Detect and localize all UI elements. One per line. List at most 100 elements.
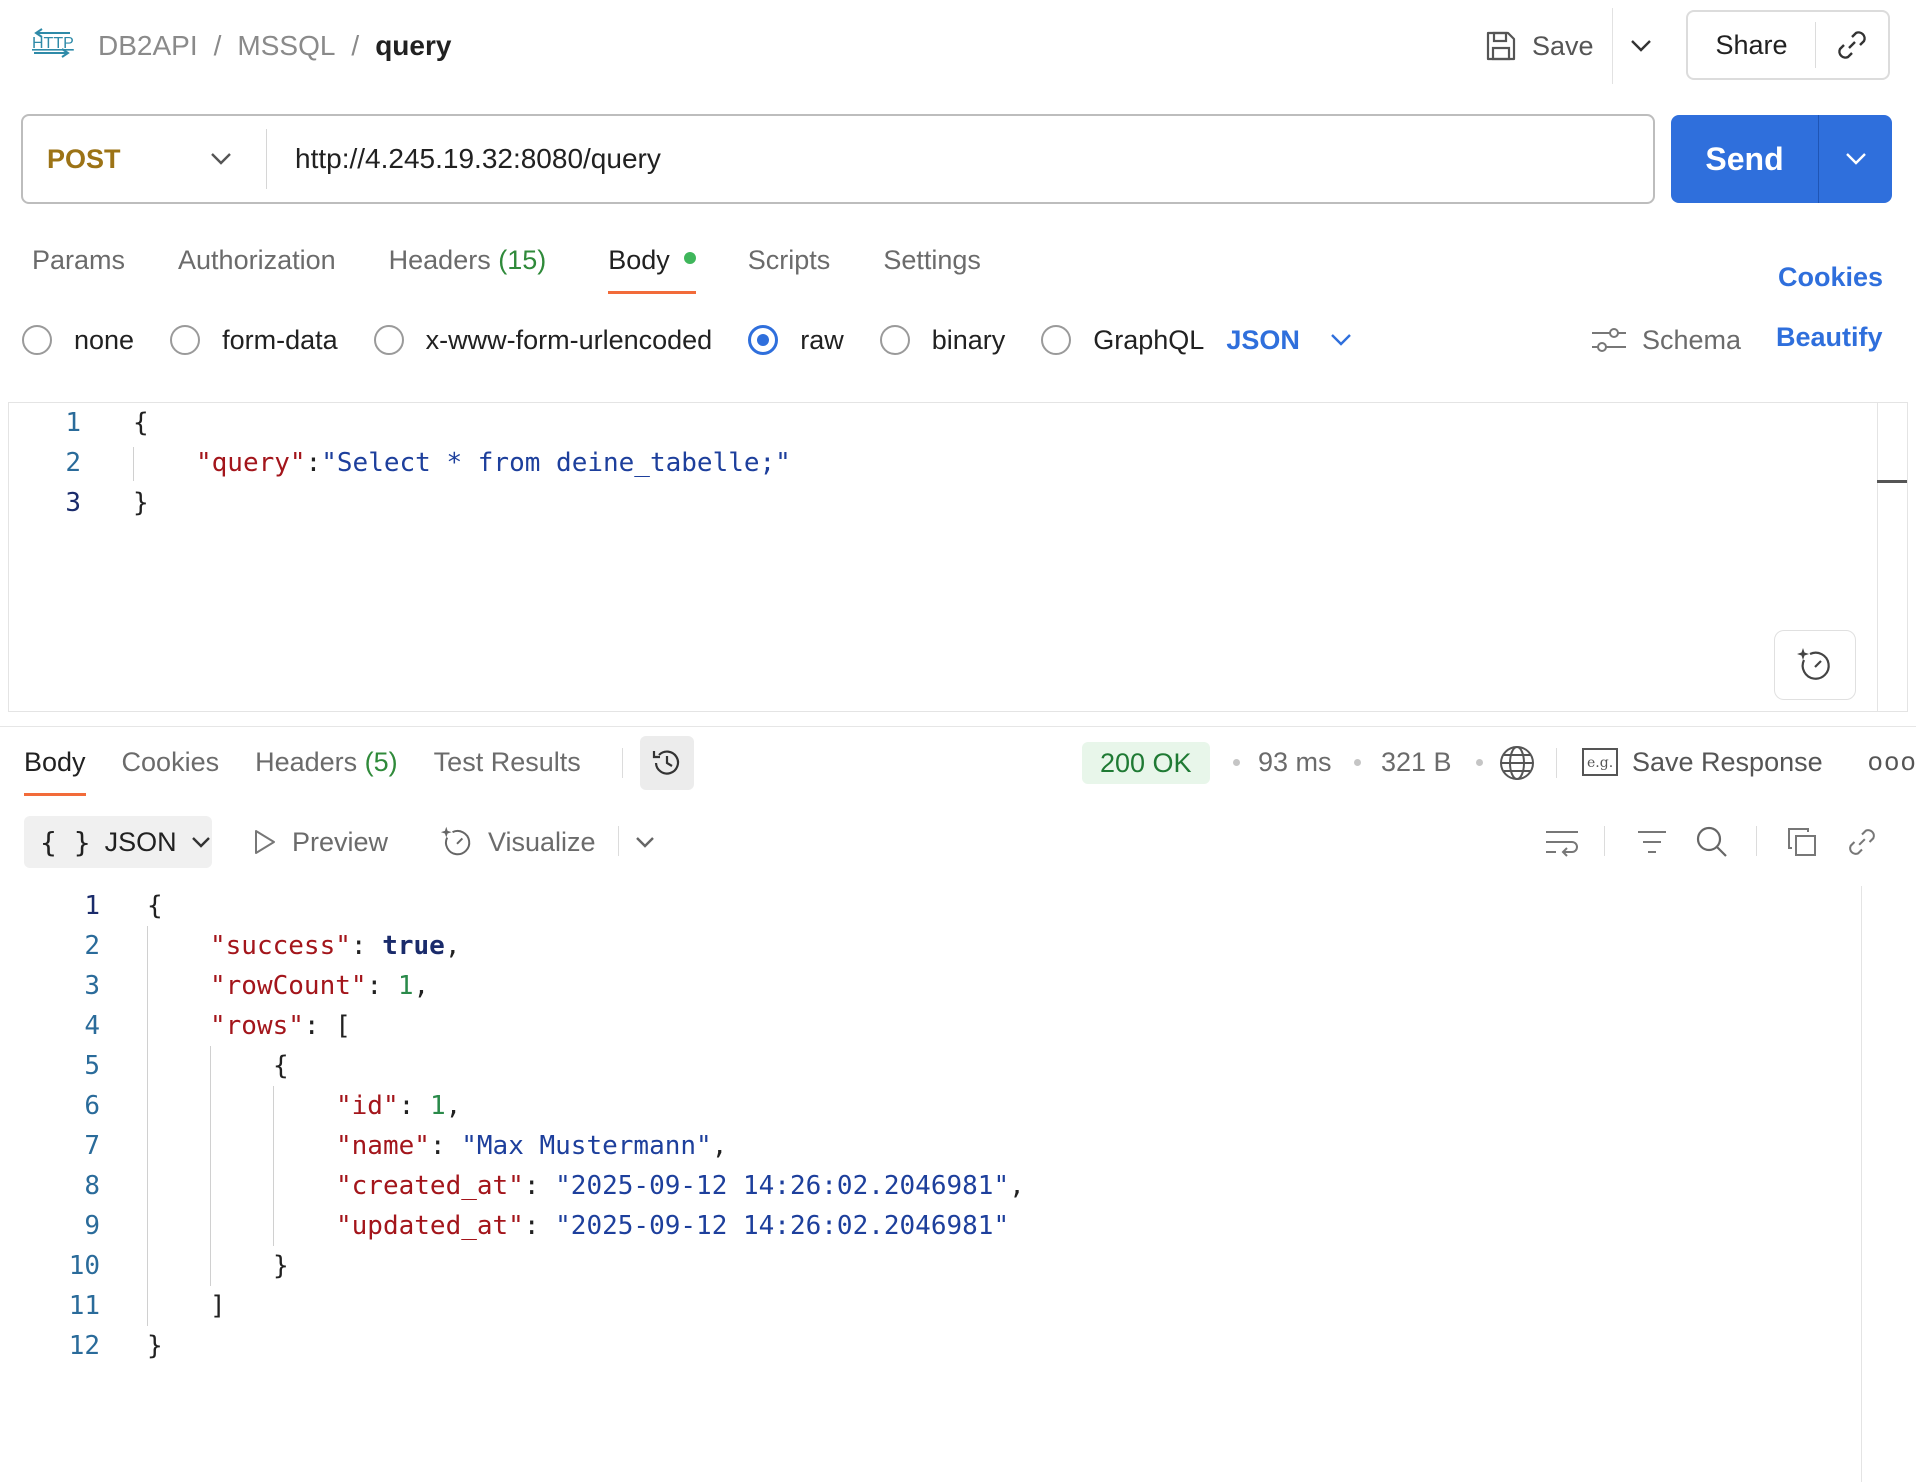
- radio-binary[interactable]: binary: [879, 325, 1005, 356]
- sparkle-gauge-icon: [440, 826, 471, 856]
- example-icon: e.g.: [1582, 748, 1618, 776]
- breadcrumb-separator: /: [351, 30, 360, 61]
- search-button[interactable]: [1692, 822, 1732, 862]
- radio-none[interactable]: none: [22, 325, 134, 356]
- visualize-label: Visualize: [488, 826, 596, 857]
- pane-divider[interactable]: [0, 726, 1916, 727]
- request-body-editor[interactable]: 1 2 3 { "query":"Select * from deine_tab…: [8, 402, 1908, 712]
- schema-label: Schema: [1642, 324, 1742, 355]
- tab-settings[interactable]: Settings: [883, 242, 981, 294]
- divider: [618, 826, 619, 856]
- visualize-button[interactable]: Visualize: [440, 818, 596, 866]
- share-group: Share: [1686, 10, 1890, 80]
- chevron-down-icon: [1845, 153, 1866, 165]
- save-options-dropdown[interactable]: [1612, 8, 1668, 84]
- radio-circle: [22, 325, 52, 355]
- visualize-options-dropdown[interactable]: [625, 822, 665, 862]
- breadcrumb-request-name[interactable]: query: [375, 30, 451, 62]
- radio-graphql[interactable]: GraphQL: [1041, 325, 1204, 356]
- raw-format-select[interactable]: JSON: [1226, 325, 1352, 356]
- raw-format-label: JSON: [1226, 324, 1300, 355]
- wrap-lines-button[interactable]: [1542, 822, 1582, 862]
- copy-link-button[interactable]: [1842, 822, 1882, 862]
- status-badge[interactable]: 200 OK: [1082, 742, 1210, 784]
- radio-circle: [373, 325, 404, 355]
- json-string-value: "2025-09-12 14:26:02.2046981": [555, 1211, 1010, 1241]
- breadcrumb-collection[interactable]: DB2API: [98, 30, 198, 62]
- globe-icon[interactable]: [1498, 744, 1536, 782]
- radio-x-www-form-urlencoded[interactable]: x-www-form-urlencoded: [373, 325, 712, 356]
- sparkle-gauge-icon: [1797, 648, 1830, 680]
- save-label: Save: [1532, 30, 1594, 61]
- preview-label: Preview: [292, 826, 389, 857]
- chevron-down-icon: [1331, 334, 1351, 346]
- json-colon: :: [305, 448, 322, 478]
- radio-circle-checked: [748, 325, 779, 355]
- divider: [622, 748, 623, 778]
- line-number: 1: [65, 408, 81, 438]
- line-number: 9: [84, 1211, 100, 1241]
- tab-headers-count: (5): [364, 747, 398, 777]
- url-input[interactable]: [267, 129, 1653, 189]
- tab-test-results[interactable]: Test Results: [434, 744, 581, 796]
- json-key: "updated_at": [336, 1211, 524, 1241]
- schema-button[interactable]: Schema: [1590, 318, 1741, 362]
- tab-body[interactable]: Body: [608, 242, 696, 294]
- breadcrumb: DB2API / MSSQL / query: [98, 26, 451, 66]
- tab-response-headers[interactable]: Headers (5): [255, 744, 398, 796]
- tab-authorization[interactable]: Authorization: [178, 242, 336, 294]
- scrollbar-thumb[interactable]: [1877, 480, 1907, 483]
- tab-headers[interactable]: Headers (15): [389, 242, 547, 294]
- save-response-button[interactable]: e.g. Save Response: [1582, 744, 1823, 780]
- tab-response-cookies[interactable]: Cookies: [122, 744, 220, 796]
- request-tabs: Params Authorization Headers (15) Body S…: [32, 242, 981, 294]
- radio-label: GraphQL: [1093, 324, 1205, 355]
- method-label: POST: [47, 143, 121, 174]
- line-number: 1: [84, 891, 100, 921]
- code-line: "success": true,: [210, 931, 461, 961]
- meta-separator-dot: [1233, 759, 1240, 766]
- more-options-button[interactable]: ooo: [1868, 746, 1916, 777]
- beautify-button[interactable]: Beautify: [1776, 322, 1883, 353]
- save-button[interactable]: Save: [1484, 22, 1594, 70]
- save-response-label: Save Response: [1632, 746, 1823, 777]
- method-select[interactable]: POST: [23, 129, 267, 189]
- cookies-link[interactable]: Cookies: [1778, 262, 1883, 293]
- modified-indicator-dot: [683, 251, 696, 264]
- code-bracket: ]: [210, 1291, 226, 1321]
- sliders-icon: [1592, 328, 1626, 352]
- send-button[interactable]: Send: [1671, 115, 1819, 203]
- json-key: "rowCount": [210, 971, 367, 1001]
- tab-params[interactable]: Params: [32, 242, 125, 294]
- response-tabs: Body Cookies Headers (5) Test Results: [24, 744, 581, 796]
- divider: [1556, 748, 1557, 778]
- radio-raw[interactable]: raw: [748, 325, 844, 356]
- copy-button[interactable]: [1782, 822, 1822, 862]
- preview-button[interactable]: Preview: [252, 818, 388, 866]
- code-line: "id": 1,: [336, 1091, 462, 1121]
- tab-response-body[interactable]: Body: [24, 744, 86, 796]
- response-body-viewer[interactable]: 1 2 3 4 5 6 7 8 9 10 11 12 { "success": …: [0, 886, 1916, 1482]
- filter-button[interactable]: [1632, 822, 1672, 862]
- share-button[interactable]: Share: [1688, 22, 1816, 68]
- radio-form-data[interactable]: form-data: [170, 325, 338, 356]
- tab-scripts[interactable]: Scripts: [748, 242, 831, 294]
- response-format-label: JSON: [104, 826, 177, 857]
- chevron-down-icon: [1630, 40, 1651, 52]
- radio-label: raw: [800, 324, 844, 355]
- response-format-select[interactable]: { } JSON: [24, 816, 212, 868]
- copy-link-button[interactable]: [1816, 28, 1888, 62]
- code-brace: {: [273, 1051, 289, 1081]
- response-scrollbar[interactable]: [1861, 886, 1862, 1482]
- json-key: "id": [336, 1091, 399, 1121]
- indent-guide: [147, 926, 148, 1326]
- editor-scrollbar[interactable]: [1877, 402, 1878, 712]
- response-size[interactable]: 321 B: [1381, 744, 1452, 780]
- breadcrumb-folder[interactable]: MSSQL: [237, 30, 335, 62]
- send-options-dropdown[interactable]: [1819, 115, 1892, 203]
- response-time[interactable]: 93 ms: [1258, 744, 1332, 780]
- tab-headers-count: (15): [498, 245, 547, 275]
- radio-label: form-data: [222, 324, 338, 355]
- response-history-button[interactable]: [640, 736, 694, 790]
- ai-assist-button[interactable]: [1774, 630, 1856, 700]
